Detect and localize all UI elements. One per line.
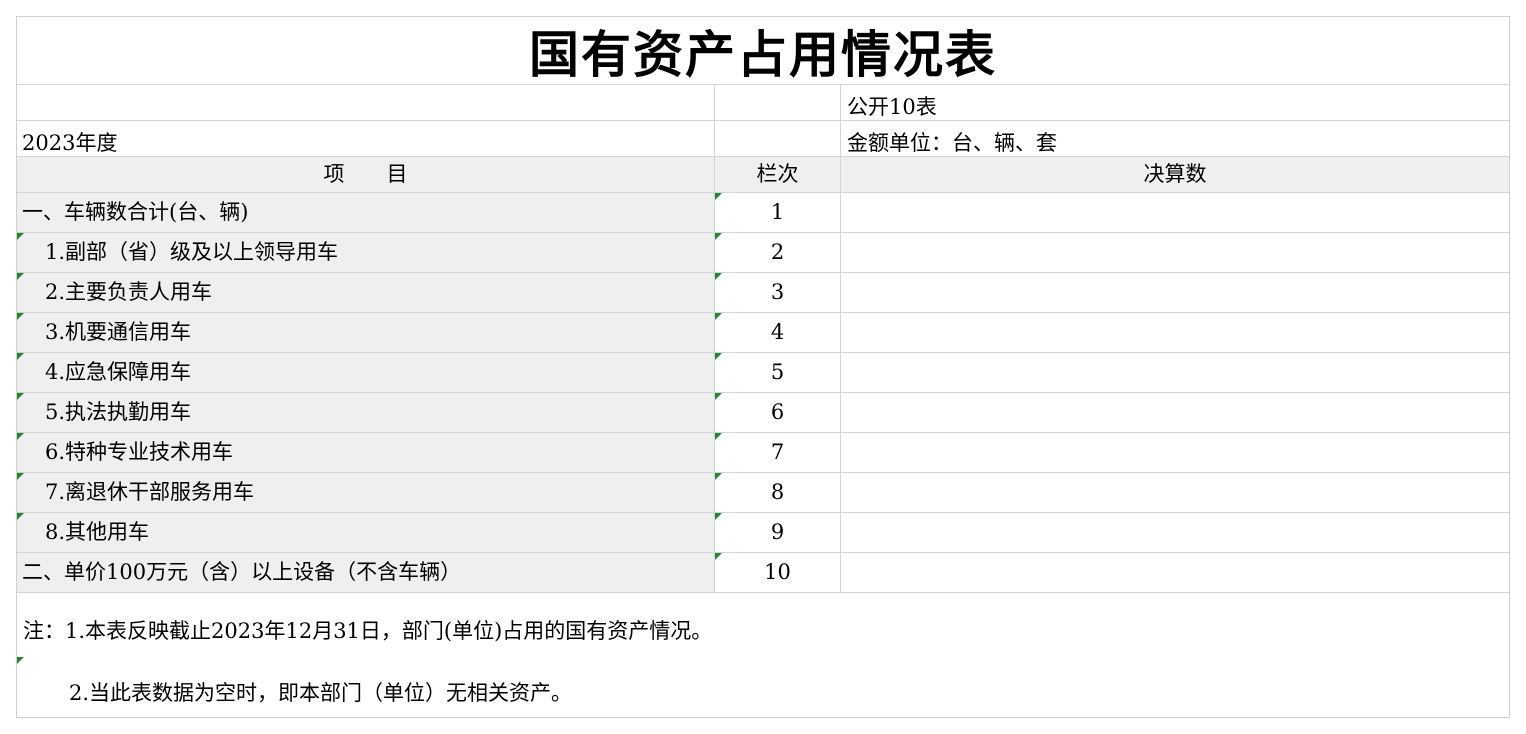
- row-amount[interactable]: [841, 273, 1509, 313]
- comment-marker-icon: [17, 393, 24, 400]
- row-item[interactable]: 1.副部（省）级及以上领导用车: [17, 233, 715, 273]
- empty-cell[interactable]: [715, 85, 841, 121]
- row-amount[interactable]: [841, 353, 1509, 393]
- row-col-no[interactable]: 7: [715, 433, 841, 473]
- row-item[interactable]: 6.特种专业技术用车: [17, 433, 715, 473]
- row-col-no[interactable]: 2: [715, 233, 841, 273]
- row-col-no[interactable]: 6: [715, 393, 841, 433]
- comment-marker-icon: [715, 553, 722, 560]
- row-col-no[interactable]: 10: [715, 553, 841, 593]
- row-col-no[interactable]: 3: [715, 273, 841, 313]
- comment-marker-icon: [17, 513, 24, 520]
- row-item[interactable]: 2.主要负责人用车: [17, 273, 715, 313]
- table-row: 6.特种专业技术用车 7: [17, 433, 1509, 473]
- row-col-no[interactable]: 1: [715, 193, 841, 233]
- comment-marker-icon: [715, 273, 722, 280]
- row-col-no[interactable]: 8: [715, 473, 841, 513]
- table-row: 4.应急保障用车 5: [17, 353, 1509, 393]
- row-item[interactable]: 5.执法执勤用车: [17, 393, 715, 433]
- empty-cell[interactable]: [715, 121, 841, 157]
- row-amount[interactable]: [841, 393, 1509, 433]
- row-amount[interactable]: [841, 513, 1509, 553]
- spreadsheet-sheet: 国有资产占用情况表 公开10表 2023年度 金额单位：台、辆、套 项 目 栏次…: [16, 16, 1510, 718]
- note-line-1: 注：1.本表反映截止2023年12月31日，部门(单位)占用的国有资产情况。: [23, 619, 713, 643]
- comment-marker-icon: [17, 433, 24, 440]
- comment-marker-icon: [17, 473, 24, 480]
- row-amount[interactable]: [841, 233, 1509, 273]
- comment-marker-icon: [17, 313, 24, 320]
- table-row: 二、单价100万元（含）以上设备（不含车辆） 10: [17, 553, 1509, 593]
- row-item[interactable]: 7.离退休干部服务用车: [17, 473, 715, 513]
- comment-marker-icon: [715, 313, 722, 320]
- comment-marker-icon: [715, 433, 722, 440]
- meta-row-1: 公开10表: [17, 85, 1509, 121]
- row-item[interactable]: 二、单价100万元（含）以上设备（不含车辆）: [17, 553, 715, 593]
- header-row: 项 目 栏次 决算数: [17, 157, 1509, 193]
- row-item[interactable]: 3.机要通信用车: [17, 313, 715, 353]
- row-col-no[interactable]: 4: [715, 313, 841, 353]
- comment-marker-icon: [715, 233, 722, 240]
- row-amount[interactable]: [841, 313, 1509, 353]
- row-amount[interactable]: [841, 553, 1509, 593]
- table-row: 7.离退休干部服务用车 8: [17, 473, 1509, 513]
- report-year[interactable]: 2023年度: [17, 121, 715, 157]
- table-row: 8.其他用车 9: [17, 513, 1509, 553]
- row-item[interactable]: 一、车辆数合计(台、辆): [17, 193, 715, 233]
- header-amount[interactable]: 决算数: [841, 157, 1509, 193]
- comment-marker-icon: [715, 473, 722, 480]
- table-row: 3.机要通信用车 4: [17, 313, 1509, 353]
- table-row: 5.执法执勤用车 6: [17, 393, 1509, 433]
- table-number[interactable]: 公开10表: [841, 85, 1509, 121]
- header-col-no[interactable]: 栏次: [715, 157, 841, 193]
- row-amount[interactable]: [841, 433, 1509, 473]
- note-line-2: 2.当此表数据为空时，即本部门（单位）无相关资产。: [69, 681, 573, 705]
- comment-marker-icon: [715, 353, 722, 360]
- row-item[interactable]: 8.其他用车: [17, 513, 715, 553]
- title-row: 国有资产占用情况表: [17, 17, 1509, 85]
- row-col-no[interactable]: 9: [715, 513, 841, 553]
- row-amount[interactable]: [841, 193, 1509, 233]
- comment-marker-icon: [715, 513, 722, 520]
- comment-marker-icon: [17, 353, 24, 360]
- comment-marker-icon: [17, 233, 24, 240]
- table-row: 1.副部（省）级及以上领导用车 2: [17, 233, 1509, 273]
- row-col-no[interactable]: 5: [715, 353, 841, 393]
- row-amount[interactable]: [841, 473, 1509, 513]
- row-item[interactable]: 4.应急保障用车: [17, 353, 715, 393]
- amount-unit[interactable]: 金额单位：台、辆、套: [841, 121, 1509, 157]
- empty-cell[interactable]: [17, 85, 715, 121]
- comment-marker-icon: [17, 657, 24, 664]
- page-title[interactable]: 国有资产占用情况表: [17, 17, 1509, 84]
- comment-marker-icon: [17, 273, 24, 280]
- table-row: 2.主要负责人用车 3: [17, 273, 1509, 313]
- comment-marker-icon: [715, 193, 722, 200]
- meta-row-2: 2023年度 金额单位：台、辆、套: [17, 121, 1509, 157]
- table-row: 一、车辆数合计(台、辆) 1: [17, 193, 1509, 233]
- comment-marker-icon: [715, 393, 722, 400]
- notes-cell[interactable]: 注：1.本表反映截止2023年12月31日，部门(单位)占用的国有资产情况。 2…: [17, 593, 1509, 717]
- header-item[interactable]: 项 目: [17, 157, 715, 193]
